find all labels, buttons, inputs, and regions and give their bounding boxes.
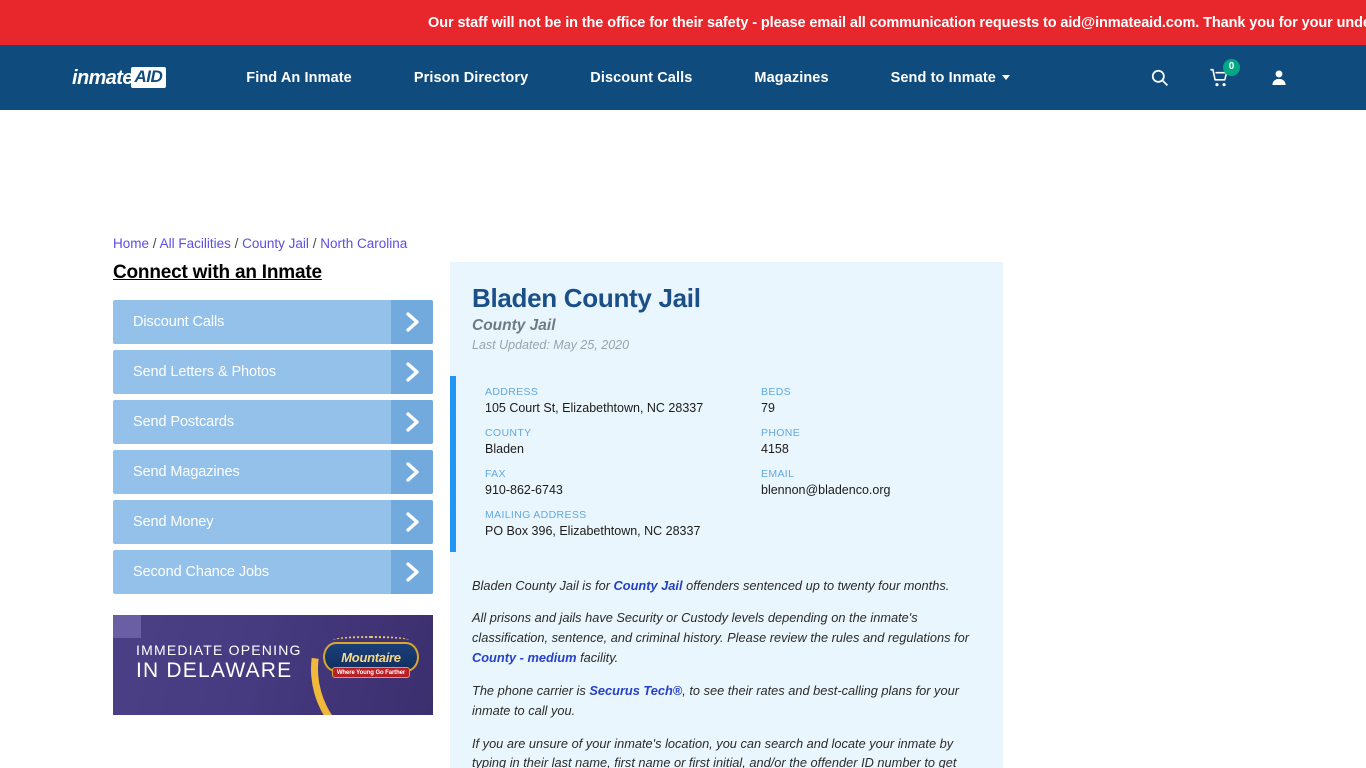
sidebar-item-send-postcards[interactable]: Send Postcards — [113, 400, 433, 444]
desc-p2-text-a: All prisons and jails have Security or C… — [472, 610, 969, 646]
chevron-right-icon — [391, 350, 433, 394]
info-label: ADDRESS — [485, 385, 539, 398]
desc-p3-text-a: The phone carrier is — [472, 682, 590, 698]
desc-link-securus-tech[interactable]: Securus Tech® — [589, 683, 682, 698]
nav-item-send-to-inmate[interactable]: Send to Inmate — [891, 70, 1010, 86]
nav-item-send-to-inmate-label: Send to Inmate — [890, 69, 996, 86]
mountaire-logo: Mountaire Where Young Go Farther — [323, 636, 419, 686]
sidebar-item-discount-calls[interactable]: Discount Calls — [113, 300, 433, 344]
user-account-icon[interactable] — [1270, 68, 1288, 87]
ad-headline-line2: IN DELAWARE — [136, 658, 293, 682]
alert-banner-text: Our staff will not be in the office for … — [428, 14, 1366, 31]
nav-item-prison-directory[interactable]: Prison Directory — [414, 70, 528, 86]
info-field-email: EMAIL blennon@bladenco.org — [761, 468, 1003, 497]
search-icon[interactable] — [1150, 68, 1169, 87]
ad-logo-sub-text: Where Young Go Farther — [332, 667, 410, 678]
breadcrumb-separator: / — [312, 236, 317, 251]
sidebar-item-send-money[interactable]: Send Money — [113, 500, 433, 544]
info-field-mailing-address: MAILING ADDRESS PO Box 396, Elizabethtow… — [485, 509, 1003, 538]
cart-count-badge: 0 — [1223, 58, 1240, 76]
nav-item-discount-calls[interactable]: Discount Calls — [590, 70, 692, 86]
desc-link-county-medium[interactable]: County - medium — [472, 650, 577, 665]
sidebar-item-label: Discount Calls — [133, 314, 225, 330]
sidebar-item-label: Send Postcards — [133, 414, 234, 430]
breadcrumb-item-north-carolina[interactable]: North Carolina — [320, 236, 407, 251]
info-value: PO Box 396, Elizabethtown, NC 28337 — [485, 523, 701, 538]
ad-headline-line1: IMMEDIATE OPENING — [136, 642, 302, 658]
alert-banner: Our staff will not be in the office for … — [0, 0, 1366, 45]
sidebar-item-send-magazines[interactable]: Send Magazines — [113, 450, 433, 494]
chevron-right-icon — [391, 500, 433, 544]
info-value: 105 Court St, Elizabethtown, NC 28337 — [485, 400, 704, 415]
breadcrumb-separator: / — [152, 236, 157, 251]
logo-text-inmate: inmate — [72, 66, 133, 89]
sidebar-item-label: Send Letters & Photos — [133, 364, 276, 380]
info-label: FAX — [485, 467, 506, 480]
info-label: MAILING ADDRESS — [485, 508, 587, 521]
description-paragraph-1: Bladen County Jail is for County Jail of… — [472, 576, 981, 596]
facility-info-block: ADDRESS 105 Court St, Elizabethtown, NC … — [450, 375, 1003, 552]
nav-icon-group: 0 — [1150, 58, 1288, 88]
breadcrumb-item-all-facilities[interactable]: All Facilities — [160, 236, 231, 251]
ad-text-block: IMMEDIATE OPENING IN DELAWARE — [136, 642, 302, 682]
breadcrumb-item-county-jail[interactable]: County Jail — [242, 236, 309, 251]
desc-link-county-jail[interactable]: County Jail — [614, 578, 683, 593]
breadcrumb-separator: / — [234, 236, 239, 251]
info-field-address: ADDRESS 105 Court St, Elizabethtown, NC … — [485, 386, 761, 415]
breadcrumb: Home / All Facilities / County Jail / No… — [113, 236, 407, 251]
sidebar-item-send-letters-photos[interactable]: Send Letters & Photos — [113, 350, 433, 394]
sidebar-title: Connect with an Inmate — [113, 262, 322, 283]
info-value: 79 — [761, 400, 775, 415]
info-field-fax: FAX 910-862-6743 — [485, 468, 761, 497]
page-title: Bladen County Jail — [472, 283, 701, 313]
breadcrumb-item-home[interactable]: Home — [113, 236, 149, 251]
facility-type: County Jail — [472, 316, 556, 334]
chevron-right-icon — [391, 400, 433, 444]
chevron-right-icon — [391, 450, 433, 494]
nav-item-magazines[interactable]: Magazines — [754, 70, 828, 86]
site-logo[interactable]: inmate + AID — [72, 65, 167, 91]
description-paragraph-3: The phone carrier is Securus Tech®, to s… — [472, 681, 981, 721]
sidebar-item-label: Send Money — [133, 514, 214, 530]
nav-item-find-an-inmate[interactable]: Find An Inmate — [246, 70, 352, 86]
chevron-down-icon — [1001, 75, 1010, 80]
info-field-phone: PHONE 4158 — [761, 427, 1003, 456]
description-paragraph-2: All prisons and jails have Security or C… — [472, 608, 981, 667]
desc-p2-text-b: facility. — [576, 650, 619, 666]
facility-description: Bladen County Jail is for County Jail of… — [450, 576, 1003, 768]
info-value: 4158 — [761, 441, 789, 456]
info-label: COUNTY — [485, 426, 532, 439]
info-label: PHONE — [761, 426, 801, 439]
chevron-right-icon — [391, 300, 433, 344]
sidebar: Connect with an Inmate Discount Calls Se… — [113, 262, 433, 600]
info-value: 910-862-6743 — [485, 482, 563, 497]
facility-last-updated: Last Updated: May 25, 2020 — [472, 337, 630, 352]
advertisement-banner[interactable]: IMMEDIATE OPENING IN DELAWARE Mountaire … — [113, 615, 433, 715]
nav-links: Find An Inmate Prison Directory Discount… — [246, 70, 1072, 86]
desc-p1-text-a: Bladen County Jail is for — [472, 577, 614, 593]
info-field-county: COUNTY Bladen — [485, 427, 761, 456]
sidebar-item-label: Send Magazines — [133, 464, 240, 480]
description-paragraph-4: If you are unsure of your inmate's locat… — [472, 735, 957, 768]
cart-icon[interactable]: 0 — [1209, 58, 1240, 88]
ad-corner-accent — [113, 615, 141, 638]
sidebar-item-second-chance-jobs[interactable]: Second Chance Jobs — [113, 550, 433, 594]
info-label: EMAIL — [761, 467, 795, 480]
main-navbar: inmate + AID Find An Inmate Prison Direc… — [0, 45, 1366, 110]
info-label: BEDS — [761, 385, 791, 398]
info-value: blennon@bladenco.org — [761, 482, 891, 497]
logo-text-aid: AID — [131, 67, 167, 88]
facility-header: Bladen County Jail County Jail Last Upda… — [450, 284, 1003, 352]
info-field-beds: BEDS 79 — [761, 386, 1003, 415]
facility-card: Bladen County Jail County Jail Last Upda… — [450, 262, 1003, 768]
desc-p1-text-b: offenders sentenced up to twenty four mo… — [682, 577, 950, 593]
chevron-right-icon — [391, 550, 433, 594]
sidebar-item-label: Second Chance Jobs — [133, 564, 270, 580]
ad-logo-arc-decoration — [333, 636, 409, 644]
info-value: Bladen — [485, 441, 524, 456]
